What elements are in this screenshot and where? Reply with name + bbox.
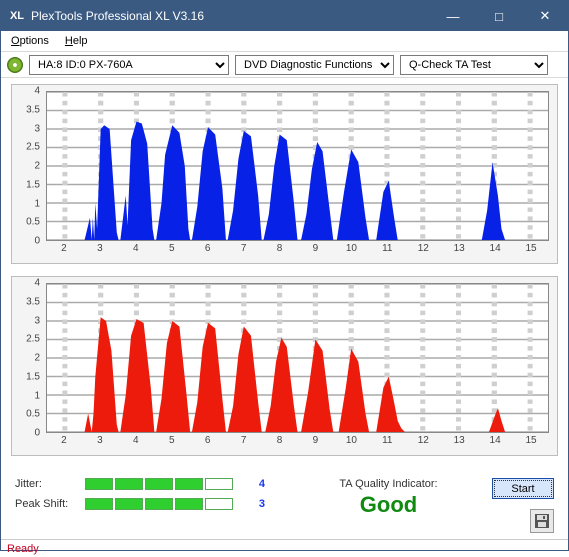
window-title: PlexTools Professional XL V3.16 xyxy=(31,9,430,23)
status-bar: Ready xyxy=(1,539,568,557)
test-select[interactable]: Q-Check TA Test xyxy=(400,55,548,75)
menu-options[interactable]: Options xyxy=(7,33,53,49)
status-text: Ready xyxy=(7,543,39,555)
ta-label: TA Quality Indicator: xyxy=(339,478,437,490)
ta-indicator: TA Quality Indicator: Good xyxy=(285,478,492,518)
close-button[interactable]: ✕ xyxy=(522,1,568,31)
peak-label: Peak Shift: xyxy=(15,498,85,510)
menubar: Options Help xyxy=(1,31,568,52)
plot-bottom xyxy=(46,283,549,433)
drive-select[interactable]: HA:8 ID:0 PX-760A xyxy=(29,55,229,75)
menu-help[interactable]: Help xyxy=(61,33,92,49)
maximize-button[interactable]: □ xyxy=(476,1,522,31)
disc-icon xyxy=(7,57,23,73)
save-button[interactable] xyxy=(530,509,554,533)
charts-area: 00.511.522.533.54 23456789101112131415 0… xyxy=(1,78,568,456)
start-button[interactable]: Start xyxy=(492,478,554,499)
metrics: Jitter: 4 Peak Shift: 3 xyxy=(15,478,265,510)
peak-value: 3 xyxy=(245,498,265,510)
jitter-label: Jitter: xyxy=(15,478,85,490)
ta-value: Good xyxy=(360,492,417,518)
bottom-panel: Jitter: 4 Peak Shift: 3 TA Quality Indic… xyxy=(1,468,568,539)
titlebar: XL PlexTools Professional XL V3.16 — □ ✕ xyxy=(1,1,568,31)
app-icon: XL xyxy=(9,8,25,24)
chart-top: 00.511.522.533.54 23456789101112131415 xyxy=(11,84,558,264)
function-select[interactable]: DVD Diagnostic Functions xyxy=(235,55,394,75)
floppy-icon xyxy=(534,513,550,529)
toolbar: HA:8 ID:0 PX-760A DVD Diagnostic Functio… xyxy=(1,52,568,78)
minimize-button[interactable]: — xyxy=(430,1,476,31)
chart-bottom: 00.511.522.533.54 23456789101112131415 xyxy=(11,276,558,456)
jitter-value: 4 xyxy=(245,478,265,490)
jitter-bar xyxy=(85,478,245,490)
plot-top xyxy=(46,91,549,241)
peak-bar xyxy=(85,498,245,510)
